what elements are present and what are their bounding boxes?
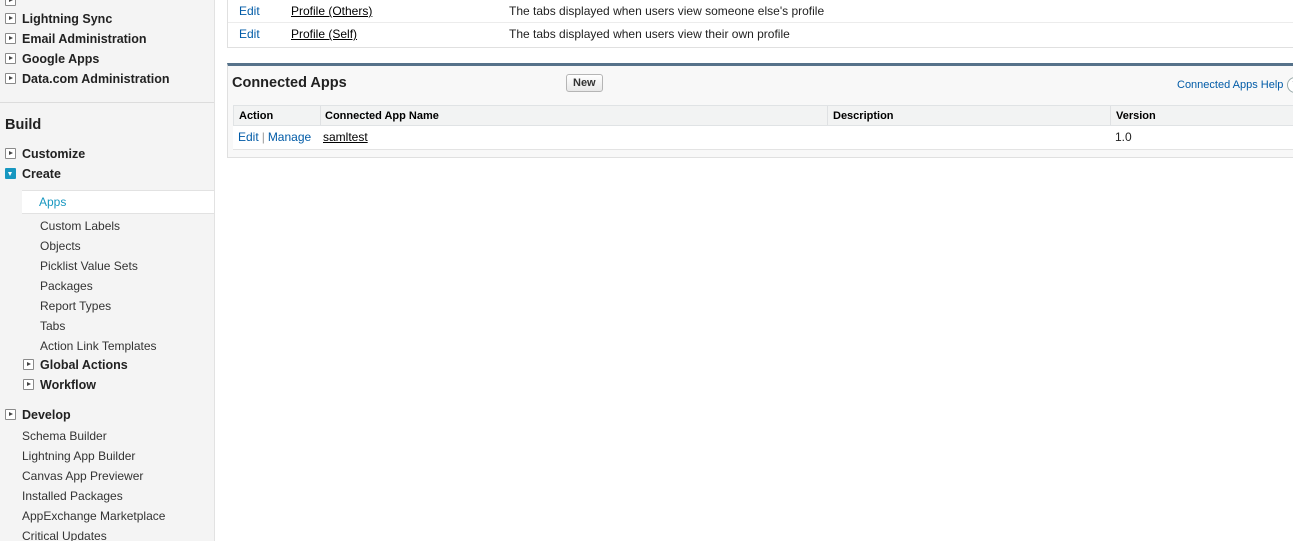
table-header: Action Connected App Name Description Ve…	[233, 105, 1293, 126]
sidebar-item-label[interactable]: Workflow	[40, 376, 96, 394]
edit-link[interactable]: Edit	[239, 23, 260, 45]
sidebar-item-label[interactable]: Report Types	[40, 297, 111, 315]
column-header-action: Action	[239, 110, 274, 122]
connected-app-name-link[interactable]: samltest	[323, 126, 368, 149]
manage-link[interactable]: Manage	[268, 130, 311, 144]
expand-icon[interactable]	[5, 13, 16, 24]
sidebar-item-label[interactable]: Custom Labels	[40, 217, 120, 235]
collapse-icon[interactable]	[5, 168, 16, 179]
profile-self-link[interactable]: Profile (Self)	[291, 23, 357, 45]
table-row: Edit Profile (Self) The tabs displayed w…	[228, 23, 1293, 45]
column-header-name[interactable]: Connected App Name	[325, 106, 439, 125]
sidebar-item-label[interactable]: Create	[22, 165, 61, 183]
setup-page: Lightning Sync Email Administration Goog…	[0, 0, 1293, 541]
sidebar-item-label[interactable]: Global Actions	[40, 356, 128, 374]
column-divider	[1110, 106, 1111, 125]
new-button[interactable]: New	[566, 74, 603, 92]
sidebar-item-label[interactable]: Schema Builder	[22, 427, 107, 445]
sidebar-item-label[interactable]: Customize	[22, 145, 85, 163]
main-content: Edit Profile (Others) The tabs displayed…	[215, 0, 1293, 541]
sidebar-item-label[interactable]: Develop	[22, 406, 71, 424]
sidebar-item-label[interactable]: Tabs	[40, 317, 65, 335]
column-divider	[320, 106, 321, 125]
profile-others-link[interactable]: Profile (Others)	[291, 0, 372, 22]
sidebar-item-label[interactable]: Objects	[40, 237, 81, 255]
sidebar-item-label[interactable]: Installed Packages	[22, 487, 123, 505]
expand-icon[interactable]	[23, 359, 34, 370]
table-row: Edit Profile (Others) The tabs displayed…	[228, 0, 1293, 23]
column-header-description[interactable]: Description	[833, 106, 894, 125]
sidebar-item-label[interactable]: Critical Updates	[22, 527, 107, 541]
section-title-build: Build	[5, 117, 42, 133]
sidebar-item-label[interactable]: Data.com Administration	[22, 70, 169, 88]
sidebar-item-label[interactable]: Lightning Sync	[22, 10, 112, 28]
sidebar-item-label[interactable]: Picklist Value Sets	[40, 257, 138, 275]
row-description: The tabs displayed when users view their…	[509, 27, 790, 41]
expand-icon[interactable]	[5, 0, 16, 6]
expand-icon[interactable]	[23, 379, 34, 390]
expand-icon[interactable]	[5, 73, 16, 84]
sidebar-divider	[0, 102, 214, 103]
sidebar-item-label[interactable]: Action Link Templates	[40, 337, 157, 355]
setup-sidebar: Lightning Sync Email Administration Goog…	[0, 0, 215, 541]
edit-link[interactable]: Edit	[239, 0, 260, 22]
sidebar-item-label[interactable]: Google Apps	[22, 50, 99, 68]
sidebar-item-label[interactable]: AppExchange Marketplace	[22, 507, 165, 525]
connected-apps-panel: Connected Apps New Connected Apps Help ?…	[227, 63, 1293, 158]
expand-icon[interactable]	[5, 409, 16, 420]
sidebar-item-label[interactable]: Packages	[40, 277, 93, 295]
row-description: The tabs displayed when users view someo…	[509, 4, 825, 18]
row-actions: Edit | Manage	[238, 126, 311, 149]
sidebar-item-label[interactable]: Apps	[39, 195, 66, 209]
expand-icon[interactable]	[5, 53, 16, 64]
column-divider	[827, 106, 828, 125]
expand-icon[interactable]	[5, 33, 16, 44]
edit-link[interactable]: Edit	[238, 130, 259, 144]
action-separator: |	[261, 130, 265, 144]
help-icon[interactable]: ?	[1287, 77, 1293, 93]
sidebar-item-apps-selected[interactable]: Apps	[22, 190, 214, 214]
sidebar-item-label[interactable]: Lightning App Builder	[22, 447, 135, 465]
table-row: Edit | Manage samltest 1.0	[233, 126, 1293, 150]
connected-apps-title: Connected Apps	[232, 75, 347, 91]
sidebar-item-label[interactable]: Canvas App Previewer	[22, 467, 143, 485]
expand-icon[interactable]	[5, 148, 16, 159]
tab-settings-panel: Edit Profile (Others) The tabs displayed…	[227, 0, 1293, 48]
connected-apps-help-link[interactable]: Connected Apps Help	[1177, 79, 1283, 91]
sidebar-item-label[interactable]: Email Administration	[22, 30, 147, 48]
column-header-version[interactable]: Version	[1116, 106, 1156, 125]
connected-app-version: 1.0	[1115, 130, 1132, 144]
